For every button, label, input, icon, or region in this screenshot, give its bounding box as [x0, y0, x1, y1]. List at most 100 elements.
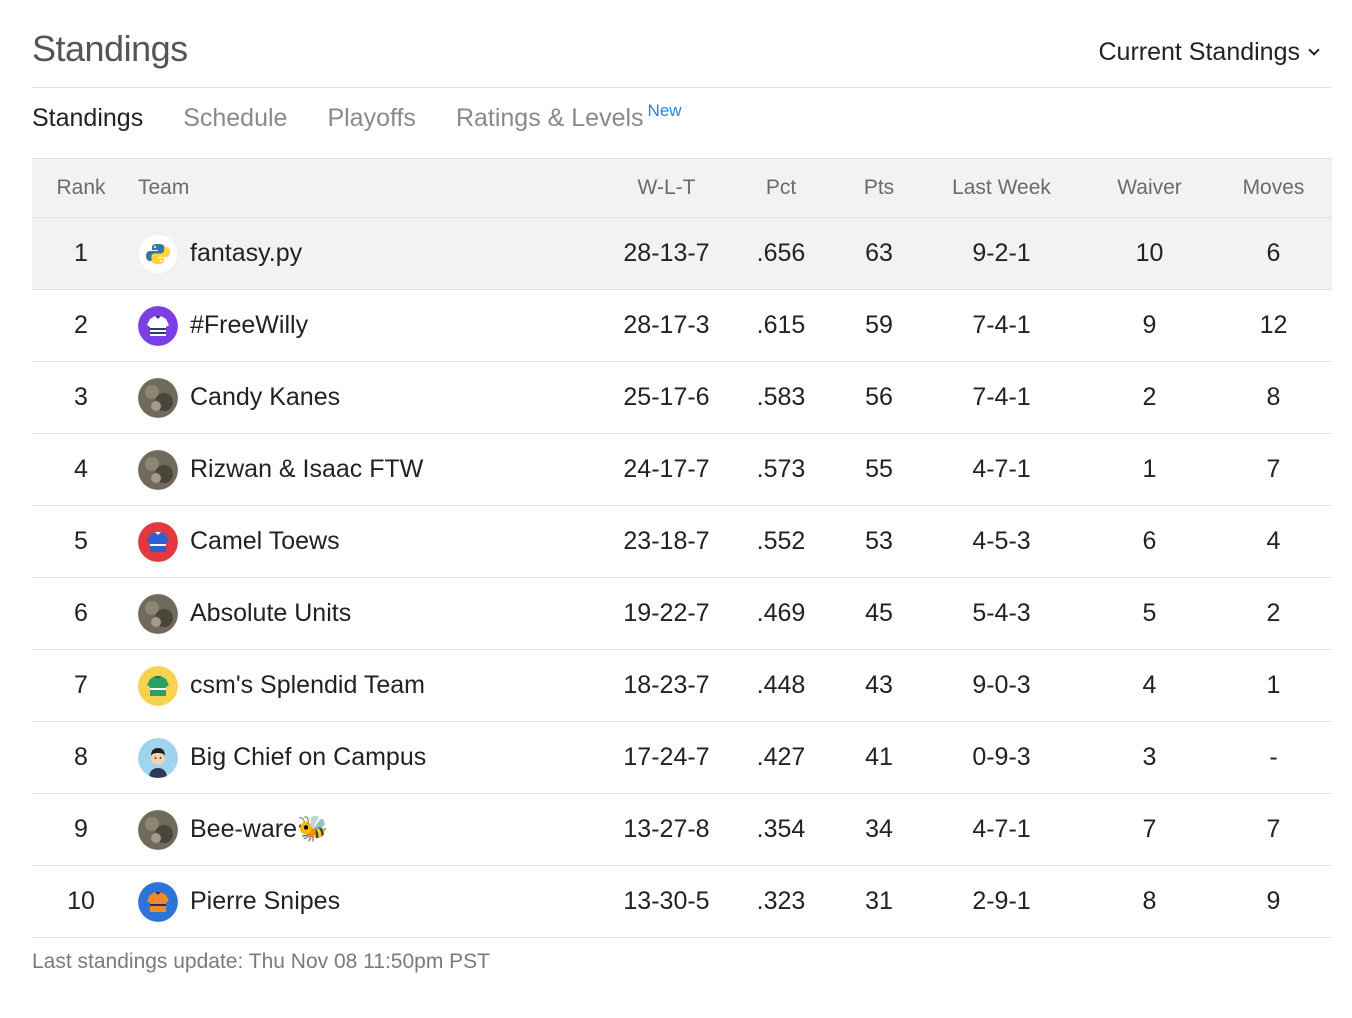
pct-cell: .573 — [756, 455, 806, 483]
pts-cell: 56 — [865, 383, 893, 411]
pct-cell: .323 — [756, 887, 806, 915]
tab-playoffs[interactable]: Playoffs — [327, 104, 415, 144]
team-link[interactable]: Camel Toews — [138, 521, 610, 562]
rank-cell: 5 — [74, 527, 88, 555]
table-row: 4 Rizwan & Isaac FTW 24-17-7 .573 55 4-7-1 1 7 — [32, 433, 1332, 506]
wlt-cell: 28-17-3 — [623, 311, 710, 339]
team-cell: Pierre Snipes — [130, 866, 610, 938]
column-header-wlt[interactable]: W-L-T — [610, 159, 723, 218]
team-name[interactable]: Pierre Snipes — [190, 887, 340, 916]
waiver-cell: 1 — [1142, 455, 1157, 483]
rank-cell: 9 — [74, 815, 88, 843]
team-link[interactable]: Candy Kanes — [138, 377, 610, 418]
pts-cell: 53 — [865, 527, 893, 555]
chevron-down-icon — [1308, 43, 1320, 56]
table-row: 8 Big Chief on Campus 17-24-7 .427 41 0-9-3 3 - — [32, 721, 1332, 794]
team-name[interactable]: Absolute Units — [190, 599, 351, 628]
table-row: 9 Bee-ware🐝 13-27-8 .354 34 4-7-1 7 7 — [32, 793, 1332, 866]
waiver-cell: 7 — [1142, 815, 1157, 843]
column-header-waiver[interactable]: Waiver — [1084, 159, 1215, 218]
column-header-last-week[interactable]: Last Week — [919, 159, 1084, 218]
moves-cell: 6 — [1266, 239, 1281, 267]
column-header-pts[interactable]: Pts — [839, 159, 919, 218]
pct-cell: .354 — [756, 815, 806, 843]
waiver-cell: 10 — [1135, 239, 1164, 267]
team-link[interactable]: Rizwan & Isaac FTW — [138, 449, 610, 490]
column-header-team[interactable]: Team — [130, 159, 610, 218]
column-header-moves[interactable]: Moves — [1215, 159, 1332, 218]
moves-cell: 4 — [1266, 527, 1281, 555]
rank-cell: 4 — [74, 455, 88, 483]
new-badge: New — [647, 101, 682, 120]
tab-bar: Standings Schedule Playoffs Ratings & Le… — [32, 101, 682, 144]
team-name[interactable]: Bee-ware🐝 — [190, 815, 328, 844]
waiver-cell: 2 — [1142, 383, 1157, 411]
tab-ratings-levels-label: Ratings & Levels — [455, 104, 644, 132]
table-row: 6 Absolute Units 19-22-7 .469 45 5-4-3 5 2 — [32, 577, 1332, 650]
team-cell: #FreeWilly — [130, 290, 610, 362]
moves-cell: 1 — [1266, 671, 1281, 699]
team-name[interactable]: Camel Toews — [190, 527, 340, 556]
team-link[interactable]: fantasy.py — [138, 233, 610, 274]
last-week-cell: 0-9-3 — [972, 743, 1031, 771]
pts-cell: 63 — [865, 239, 893, 267]
pts-cell: 59 — [865, 311, 893, 339]
team-link[interactable]: Absolute Units — [138, 593, 610, 634]
last-week-cell: 4-5-3 — [972, 527, 1031, 555]
pct-cell: .656 — [756, 239, 806, 267]
wlt-cell: 13-27-8 — [623, 815, 710, 843]
team-name[interactable]: fantasy.py — [190, 239, 302, 268]
team-name[interactable]: Candy Kanes — [190, 383, 340, 412]
view-select-label: Current Standings — [1098, 38, 1300, 66]
python-logo-avatar — [138, 233, 178, 274]
photo-avatar — [138, 449, 178, 490]
team-cell: Bee-ware🐝 — [130, 794, 610, 866]
photo-avatar — [138, 377, 178, 418]
tab-ratings-levels[interactable]: Ratings & Levels New — [455, 101, 682, 144]
tab-standings[interactable]: Standings — [32, 104, 143, 144]
moves-cell: 7 — [1266, 815, 1281, 843]
last-week-cell: 4-7-1 — [972, 455, 1031, 483]
wlt-cell: 25-17-6 — [623, 383, 710, 411]
page-header: Standings Current Standings — [32, 28, 1332, 88]
pct-cell: .615 — [756, 311, 806, 339]
last-week-cell: 9-0-3 — [972, 671, 1031, 699]
tab-schedule[interactable]: Schedule — [183, 104, 287, 144]
team-cell: csm's Splendid Team — [130, 650, 610, 722]
team-cell: fantasy.py — [130, 218, 610, 290]
team-name[interactable]: csm's Splendid Team — [190, 671, 425, 700]
last-week-cell: 5-4-3 — [972, 599, 1031, 627]
standings-view-select[interactable]: Current Standings — [1098, 38, 1320, 67]
pct-cell: .583 — [756, 383, 806, 411]
team-link[interactable]: Pierre Snipes — [138, 881, 610, 922]
last-update-text: Last standings update: Thu Nov 08 11:50p… — [32, 950, 491, 973]
team-link[interactable]: Big Chief on Campus — [138, 737, 610, 778]
moves-cell: 9 — [1266, 887, 1281, 915]
team-name[interactable]: #FreeWilly — [190, 311, 308, 340]
rank-cell: 2 — [74, 311, 88, 339]
team-name[interactable]: Big Chief on Campus — [190, 743, 426, 772]
rank-cell: 3 — [74, 383, 88, 411]
team-link[interactable]: Bee-ware🐝 — [138, 809, 610, 850]
table-row: 1 fantasy.py 28-13-7 .656 63 9-2-1 10 6 — [32, 217, 1332, 290]
table-row: 3 Candy Kanes 25-17-6 .583 56 7-4-1 2 8 — [32, 361, 1332, 434]
column-header-rank[interactable]: Rank — [32, 159, 130, 218]
pts-cell: 34 — [865, 815, 893, 843]
team-link[interactable]: csm's Splendid Team — [138, 665, 610, 706]
standings-table-body: 1 fantasy.py 28-13-7.656 63 9-2-1 10 6 2 #FreeWi… — [32, 217, 1332, 938]
photo-avatar — [138, 593, 178, 634]
last-week-cell: 7-4-1 — [972, 383, 1031, 411]
wlt-cell: 18-23-7 — [623, 671, 710, 699]
waiver-cell: 4 — [1142, 671, 1157, 699]
team-cell: Candy Kanes — [130, 362, 610, 434]
rank-cell: 10 — [67, 887, 95, 915]
waiver-cell: 5 — [1142, 599, 1157, 627]
team-link[interactable]: #FreeWilly — [138, 305, 610, 346]
column-header-pct[interactable]: Pct — [723, 159, 839, 218]
table-row: 7 csm's Splendid Team 18-23-7 .448 43 9-0-3 4 1 — [32, 649, 1332, 722]
wlt-cell: 24-17-7 — [623, 455, 710, 483]
moves-cell: - — [1269, 743, 1278, 771]
rank-cell: 8 — [74, 743, 88, 771]
waiver-cell: 6 — [1142, 527, 1157, 555]
team-name[interactable]: Rizwan & Isaac FTW — [190, 455, 423, 484]
